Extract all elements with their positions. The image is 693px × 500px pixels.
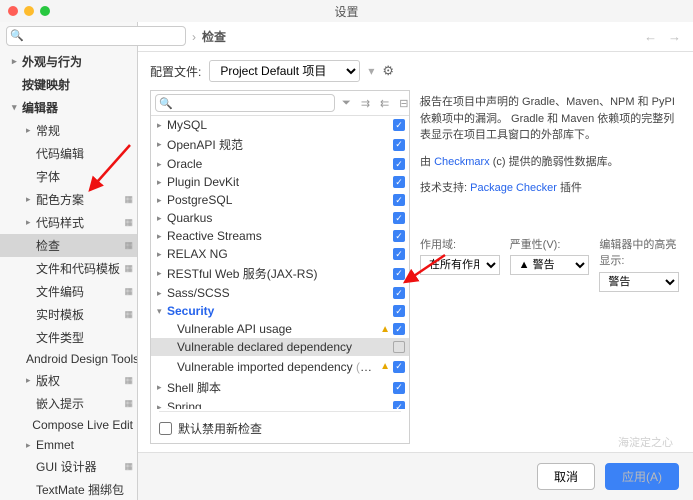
inspection-row[interactable]: ▸Quarkus✓ bbox=[151, 209, 409, 227]
breadcrumb: 编辑器 › 检查 ← → bbox=[138, 22, 693, 52]
checkbox-icon[interactable]: ✓ bbox=[393, 401, 405, 409]
sidebar-item[interactable]: ▸Emmet bbox=[0, 435, 137, 455]
sidebar-item[interactable]: 检查▦ bbox=[0, 234, 137, 257]
highlight-label: 编辑器中的高亮显示: bbox=[599, 237, 679, 270]
checkbox-icon[interactable]: ✓ bbox=[393, 212, 405, 224]
inspection-tree-panel: 🔍 ⏷ ⇉ ⇇ ⊟ ⋯ ▸MySQL✓▸OpenAPI 规范✓▸Oracle✓▸… bbox=[150, 90, 410, 444]
close-icon[interactable] bbox=[8, 6, 18, 16]
sidebar-item[interactable]: ▸配色方案▦ bbox=[0, 188, 137, 211]
sidebar-item[interactable]: ▸外观与行为 bbox=[0, 50, 137, 73]
sidebar-item[interactable]: 文件类型 bbox=[0, 326, 137, 349]
checkbox-icon[interactable]: ✓ bbox=[393, 176, 405, 188]
checkbox-icon[interactable]: ✓ bbox=[393, 139, 405, 151]
sidebar-item[interactable]: 文件和代码模板▦ bbox=[0, 257, 137, 280]
checkbox-icon[interactable]: ✓ bbox=[393, 158, 405, 170]
search-icon: 🔍 bbox=[10, 29, 24, 42]
checkbox-icon[interactable]: ✓ bbox=[393, 305, 405, 317]
sidebar-item[interactable]: GUI 设计器▦ bbox=[0, 455, 137, 478]
checkbox-icon[interactable]: ✓ bbox=[393, 119, 405, 131]
checkbox-icon[interactable]: ✓ bbox=[393, 248, 405, 260]
inspection-row[interactable]: ▸Reactive Streams✓ bbox=[151, 227, 409, 245]
checkbox-icon[interactable]: ✓ bbox=[393, 268, 405, 280]
inspection-row[interactable]: ▸Plugin DevKit✓ bbox=[151, 173, 409, 191]
sidebar-item[interactable]: ▸版权▦ bbox=[0, 369, 137, 392]
highlight-select[interactable]: 警告 bbox=[599, 272, 679, 292]
sidebar-item[interactable]: 按键映射 bbox=[0, 73, 137, 96]
checkbox-icon[interactable]: ✓ bbox=[393, 382, 405, 394]
checkbox-icon[interactable]: ✓ bbox=[393, 361, 405, 373]
inspection-row[interactable]: ▸Spring✓ bbox=[151, 398, 409, 409]
sidebar-search-input[interactable] bbox=[6, 26, 186, 46]
reset-icon[interactable]: ⊟ bbox=[396, 97, 411, 110]
maximize-icon[interactable] bbox=[40, 6, 50, 16]
inspection-row[interactable]: Vulnerable API usage▲✓ bbox=[151, 320, 409, 338]
cancel-button[interactable]: 取消 bbox=[537, 463, 595, 490]
disable-new-checkbox[interactable] bbox=[159, 422, 172, 435]
sidebar-item[interactable]: TextMate 捆绑包 bbox=[0, 478, 137, 500]
inspection-row[interactable]: ▸RELAX NG✓ bbox=[151, 245, 409, 263]
sidebar-item[interactable]: 实时模板▦ bbox=[0, 303, 137, 326]
back-icon[interactable]: ← bbox=[644, 29, 657, 44]
breadcrumb-b: 检查 bbox=[202, 28, 226, 45]
inspection-description-panel: 报告在项目中声明的 Gradle、Maven、NPM 和 PyPI 依赖项中的漏… bbox=[418, 90, 681, 444]
desc-text: 报告在项目中声明的 Gradle、Maven、NPM 和 PyPI 依赖项中的漏… bbox=[420, 94, 679, 144]
apply-button[interactable]: 应用(A) bbox=[605, 463, 679, 490]
disable-new-label: 默认禁用新检查 bbox=[178, 420, 262, 437]
expand-icon[interactable]: ⇉ bbox=[358, 97, 373, 110]
sidebar-item[interactable]: 文件编码▦ bbox=[0, 280, 137, 303]
scope-label: 作用域: bbox=[420, 237, 500, 254]
inspection-row[interactable]: Vulnerable imported dependency (可用于"代▲✓ bbox=[151, 356, 409, 377]
inspection-row[interactable]: ▸Shell 脚本✓ bbox=[151, 377, 409, 398]
profile-select[interactable]: Project Default 项目 bbox=[209, 60, 360, 82]
sidebar-item[interactable]: Android Design Tools bbox=[0, 349, 137, 369]
inspection-row[interactable]: ▾Security✓ bbox=[151, 302, 409, 320]
checkmarx-link[interactable]: Checkmarx bbox=[434, 156, 490, 168]
inspection-row[interactable]: Vulnerable declared dependency bbox=[151, 338, 409, 356]
collapse-icon[interactable]: ⇇ bbox=[377, 97, 392, 110]
titlebar: 设置 bbox=[0, 0, 693, 22]
checkbox-icon[interactable]: ✓ bbox=[393, 323, 405, 335]
checkbox-icon[interactable]: ✓ bbox=[393, 230, 405, 242]
sidebar-item[interactable]: 代码编辑 bbox=[0, 142, 137, 165]
severity-select[interactable]: ▲ 警告 bbox=[510, 255, 590, 275]
window-title: 设置 bbox=[334, 3, 358, 20]
sidebar-item[interactable]: ▸常规 bbox=[0, 119, 137, 142]
inspection-row[interactable]: ▸OpenAPI 规范✓ bbox=[151, 134, 409, 155]
settings-sidebar: 🔍 ▸外观与行为按键映射▾编辑器▸常规代码编辑字体▸配色方案▦▸代码样式▦检查▦… bbox=[0, 22, 138, 500]
sidebar-item[interactable]: 嵌入提示▦ bbox=[0, 392, 137, 415]
filter-icon[interactable]: ⏷ bbox=[339, 97, 354, 110]
gear-icon[interactable]: ⚙ bbox=[382, 63, 394, 79]
inspection-search-input[interactable] bbox=[155, 94, 335, 112]
minimize-icon[interactable] bbox=[24, 6, 34, 16]
sidebar-item[interactable]: 字体 bbox=[0, 165, 137, 188]
checkbox-icon[interactable]: ✓ bbox=[393, 194, 405, 206]
checkbox-icon[interactable]: ✓ bbox=[393, 287, 405, 299]
package-checker-link[interactable]: Package Checker bbox=[470, 182, 557, 194]
search-icon: 🔍 bbox=[159, 97, 173, 110]
forward-icon[interactable]: → bbox=[668, 29, 681, 44]
checkbox-icon[interactable] bbox=[393, 341, 405, 353]
inspection-row[interactable]: ▸MySQL✓ bbox=[151, 116, 409, 134]
inspection-row[interactable]: ▸Oracle✓ bbox=[151, 155, 409, 173]
sidebar-tree[interactable]: ▸外观与行为按键映射▾编辑器▸常规代码编辑字体▸配色方案▦▸代码样式▦检查▦文件… bbox=[0, 50, 137, 500]
inspection-list[interactable]: ▸MySQL✓▸OpenAPI 规范✓▸Oracle✓▸Plugin DevKi… bbox=[151, 116, 409, 409]
sidebar-item[interactable]: ▸代码样式▦ bbox=[0, 211, 137, 234]
inspection-row[interactable]: ▸PostgreSQL✓ bbox=[151, 191, 409, 209]
profile-label: 配置文件: bbox=[150, 63, 201, 80]
inspection-row[interactable]: ▸RESTful Web 服务(JAX-RS)✓ bbox=[151, 263, 409, 284]
sidebar-item[interactable]: ▾编辑器 bbox=[0, 96, 137, 119]
severity-label: 严重性(V): bbox=[510, 237, 590, 254]
scope-select[interactable]: 在所有作用域中 bbox=[420, 255, 500, 275]
sidebar-item[interactable]: Compose Live Edit bbox=[0, 415, 137, 435]
inspection-row[interactable]: ▸Sass/SCSS✓ bbox=[151, 284, 409, 302]
